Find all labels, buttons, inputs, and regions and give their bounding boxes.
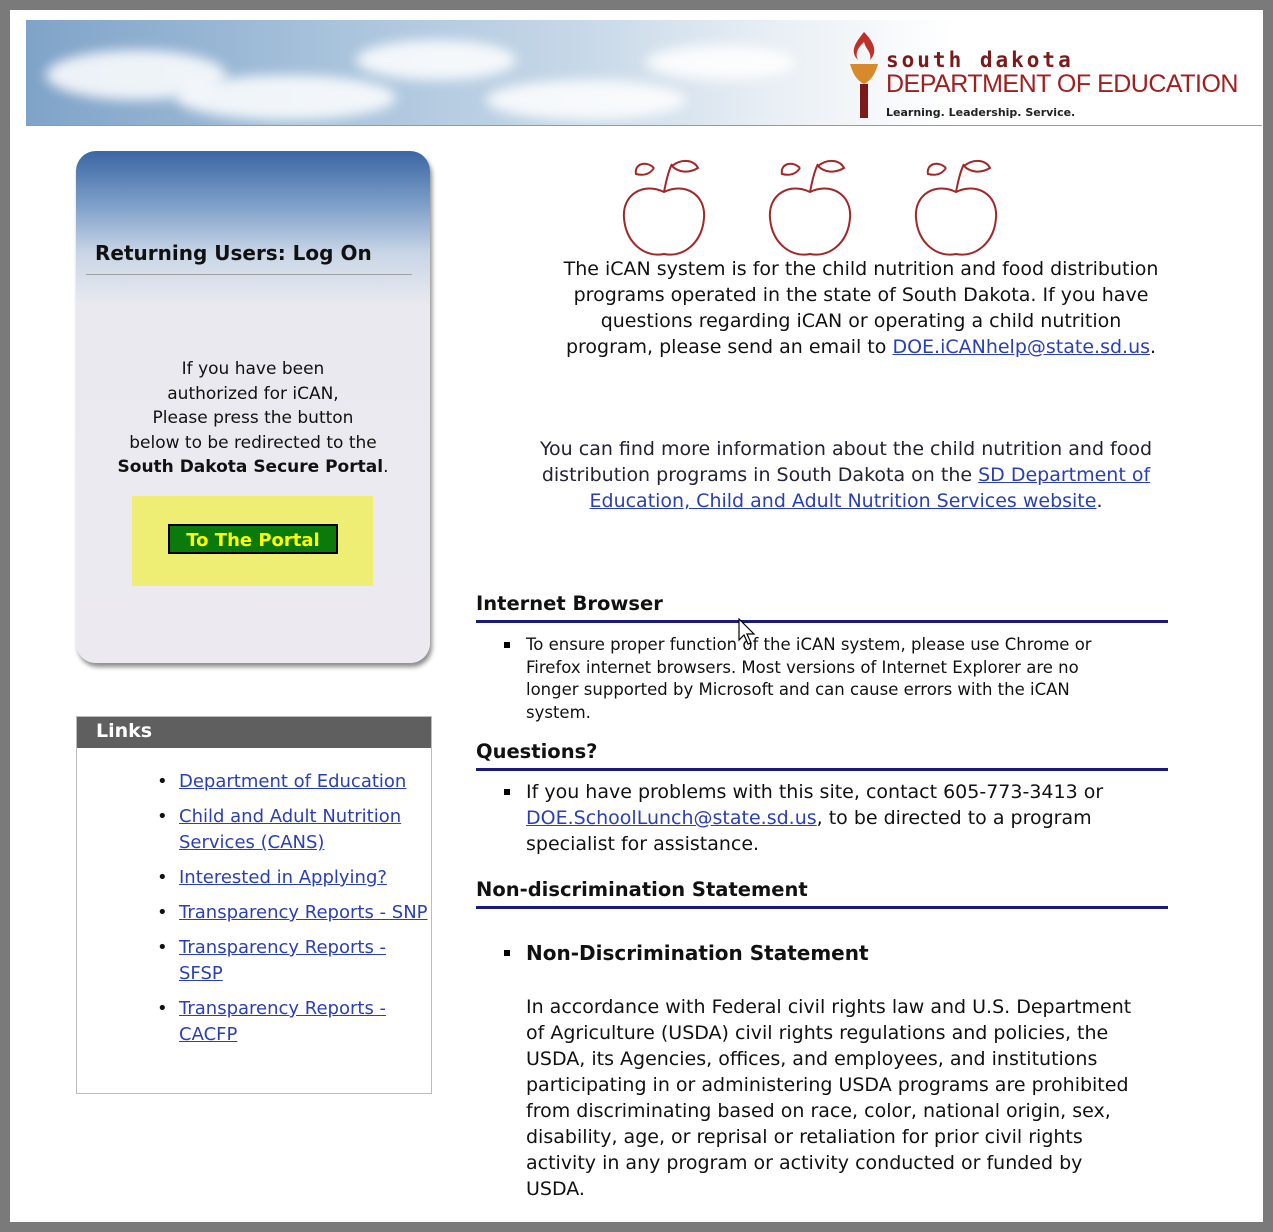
nondiscrimination-heading: Non-discrimination Statement: [476, 878, 1168, 909]
school-lunch-email-link[interactable]: DOE.SchoolLunch@state.sd.us: [526, 807, 817, 829]
to-the-portal-button[interactable]: To The Portal: [168, 524, 338, 554]
list-item: Transparency Reports - SNP: [77, 900, 429, 926]
links-heading: Links: [77, 717, 431, 748]
intro-paragraph: The iCAN system is for the child nutriti…: [556, 256, 1166, 360]
internet-browser-heading: Internet Browser: [476, 592, 1168, 623]
apples-graphic: [622, 160, 998, 256]
link-cans[interactable]: Child and Adult Nutrition Services (CANS…: [179, 806, 401, 853]
link-department-of-education[interactable]: Department of Education: [179, 771, 406, 792]
torch-logo-icon: [850, 32, 878, 118]
more-info-end: .: [1096, 490, 1103, 512]
login-instructions: If you have been authorized for iCAN, Pl…: [76, 357, 430, 480]
page-frame: south dakota DEPARTMENT OF EDUCATION Lea…: [10, 10, 1263, 1222]
apple-icon: [622, 160, 706, 256]
intro-end: .: [1150, 336, 1157, 358]
list-item: Transparency Reports - CACFP: [77, 996, 429, 1048]
questions-heading: Questions?: [476, 740, 1168, 771]
login-text-end: .: [383, 457, 389, 477]
list-item: Transparency Reports - SFSP: [77, 935, 429, 987]
list-item: Department of Education: [77, 769, 429, 795]
login-panel: Returning Users: Log On If you have been…: [76, 151, 430, 663]
portal-name: South Dakota Secure Portal: [117, 457, 384, 477]
login-title: Returning Users: Log On: [95, 241, 372, 265]
links-list: Department of Education Child and Adult …: [77, 769, 429, 1057]
login-text-line: South Dakota Secure Portal.: [76, 455, 430, 480]
browser-note: To ensure proper function of the iCAN sy…: [504, 634, 1136, 724]
nondiscrimination-item-title: Non-Discrimination Statement: [504, 940, 1136, 966]
more-info-paragraph: You can find more information about the …: [526, 436, 1166, 514]
apple-icon: [768, 160, 852, 256]
login-text-line: below to be redirected to the: [129, 432, 377, 453]
login-text-line: authorized for iCAN,: [167, 383, 339, 404]
portal-button-highlight: To The Portal: [132, 496, 373, 586]
logo-line2: DEPARTMENT OF EDUCATION: [886, 70, 1238, 98]
mouse-cursor-icon: [738, 618, 756, 645]
links-panel: Links Department of Education Child and …: [76, 716, 432, 1094]
nondiscrimination-body: In accordance with Federal civil rights …: [526, 996, 1132, 1200]
apple-icon: [914, 160, 998, 256]
logo-line1: south dakota: [886, 48, 1074, 72]
questions-text: If you have problems with this site, con…: [526, 781, 1104, 803]
questions-note: If you have problems with this site, con…: [504, 779, 1136, 857]
list-item: Child and Adult Nutrition Services (CANS…: [77, 804, 429, 856]
ican-help-email-link[interactable]: DOE.iCANhelp@state.sd.us: [892, 336, 1150, 358]
link-interested-in-applying[interactable]: Interested in Applying?: [179, 867, 387, 888]
link-transparency-snp[interactable]: Transparency Reports - SNP: [179, 902, 428, 923]
header-banner: south dakota DEPARTMENT OF EDUCATION Lea…: [26, 20, 1262, 126]
login-text-line: Please press the button: [152, 408, 354, 428]
login-divider: [86, 274, 412, 275]
link-transparency-cacfp[interactable]: Transparency Reports - CACFP: [179, 998, 386, 1045]
list-item: Interested in Applying?: [77, 865, 429, 891]
login-text-line: If you have been: [181, 359, 325, 379]
link-transparency-sfsp[interactable]: Transparency Reports - SFSP: [179, 937, 386, 984]
logo-tagline: Learning. Leadership. Service.: [886, 106, 1076, 119]
doe-logo[interactable]: south dakota DEPARTMENT OF EDUCATION Lea…: [844, 30, 1254, 120]
